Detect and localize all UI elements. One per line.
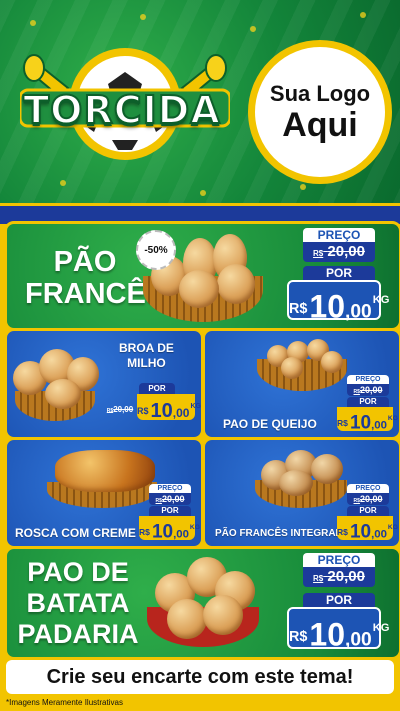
new-price: R$10,00KG xyxy=(137,394,201,422)
old-price: R$20,00 xyxy=(347,384,389,396)
por-label: POR xyxy=(139,383,175,394)
new-price: R$10,00KG xyxy=(337,516,398,543)
por-label: POR xyxy=(347,506,389,516)
product-name-line: MILHO xyxy=(127,356,166,370)
bread-image xyxy=(167,599,207,639)
product-card-pao-de-queijo[interactable]: PAO DE QUEIJO PREÇO R$20,00 POR R$ 10,00K… xyxy=(202,328,400,440)
bread-image xyxy=(203,595,243,635)
discount-badge: -50% xyxy=(136,230,176,270)
old-price: R$ 20,00 xyxy=(303,567,375,587)
brand-title: TORCIDA xyxy=(22,87,221,133)
preco-label: PREÇO xyxy=(149,484,191,493)
bread-image xyxy=(281,357,303,379)
product-name-line: PADARIA xyxy=(17,619,139,649)
logo-placeholder: Sua Logo Aqui xyxy=(248,40,392,184)
bread-image xyxy=(311,454,343,484)
bread-image xyxy=(179,270,219,308)
logo-text-line2: Aqui xyxy=(282,106,358,144)
por-label: POR xyxy=(149,506,191,516)
new-price: R$10,00KG xyxy=(139,516,200,543)
bread-image xyxy=(279,470,313,496)
old-price: R$ 20,00 xyxy=(303,242,375,262)
product-card-rosca-com-creme[interactable]: ROSCA COM CREME PREÇO R$20,00 POR R$ 10,0… xyxy=(4,437,204,549)
bread-image xyxy=(55,450,155,492)
old-price: R$20,00 xyxy=(106,405,134,414)
product-name-line: BATATA xyxy=(26,588,130,618)
product-name-line: PÃO xyxy=(53,246,117,278)
bread-image xyxy=(217,264,255,304)
por-label: POR xyxy=(303,266,375,280)
preco-label: PREÇO xyxy=(303,228,375,242)
new-price: R$10,00KG xyxy=(337,407,398,434)
cta-banner: Crie seu encarte com este tema! xyxy=(6,660,394,694)
por-label: POR xyxy=(303,593,375,607)
preco-label: PREÇO xyxy=(303,553,375,567)
product-card-pao-de-batata[interactable]: PAO DE BATATA PADARIA PREÇO R$ 20,00 POR… xyxy=(4,546,400,660)
product-card-pao-frances[interactable]: PÃO FRANCÊS PREÇO R$ 20,00 POR R$10,00KG xyxy=(4,221,400,331)
product-name-line: PAO DE xyxy=(27,557,129,587)
product-name-line: FRANCÊS xyxy=(25,278,166,310)
product-card-pao-frances-integral[interactable]: PÃO FRANCÊS INTEGRAL PREÇO R$20,00 POR R… xyxy=(202,437,400,549)
disclaimer-text: *Imagens Meramente Ilustrativas xyxy=(6,698,123,707)
product-name-line: BROA DE xyxy=(119,341,174,355)
old-price: R$20,00 xyxy=(347,493,389,505)
new-price: R$10,00KG xyxy=(287,280,389,325)
bread-image xyxy=(45,379,81,409)
header-banner: TORCIDA Sua Logo Aqui xyxy=(0,0,400,205)
old-price: R$20,00 xyxy=(149,493,191,505)
product-name: ROSCA COM CREME xyxy=(15,526,136,540)
product-name: PÃO FRANCÊS INTEGRAL xyxy=(215,528,342,539)
bread-image xyxy=(321,351,343,373)
new-price: R$10,00KG xyxy=(287,607,389,653)
product-name: PAO DE QUEIJO xyxy=(223,417,317,431)
product-card-broa-de-milho[interactable]: BROA DE MILHO POR R$20,00 R$ 10,00KG xyxy=(4,328,204,440)
preco-label: PREÇO xyxy=(347,375,389,384)
logo-text-line1: Sua Logo xyxy=(269,81,371,106)
por-label: POR xyxy=(347,397,389,407)
preco-label: PREÇO xyxy=(347,484,389,493)
